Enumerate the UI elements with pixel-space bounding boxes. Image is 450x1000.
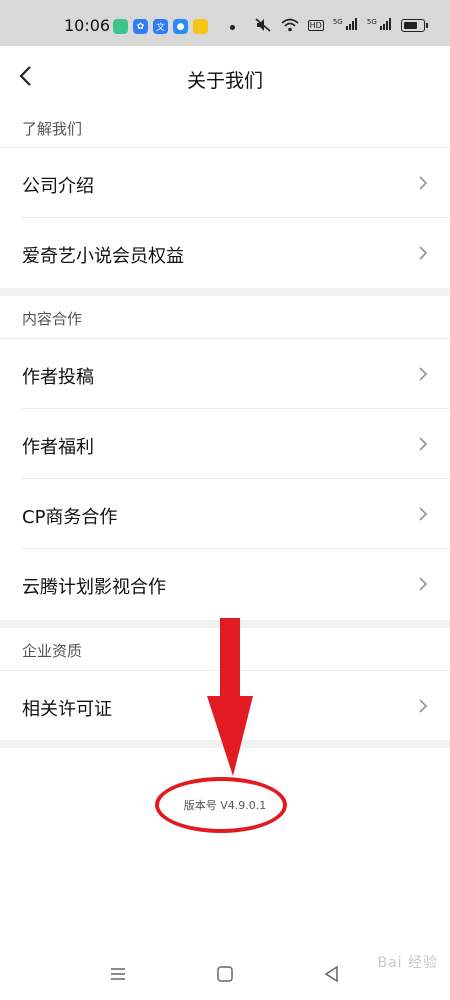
mute-icon bbox=[255, 18, 271, 32]
app-icon-browser: ● bbox=[173, 19, 188, 34]
annotation-ellipse bbox=[155, 777, 287, 833]
battery-icon bbox=[401, 18, 428, 32]
back-nav-icon[interactable] bbox=[322, 964, 342, 984]
status-time: 10:06 bbox=[64, 16, 111, 35]
signal-5g-2: 5G bbox=[367, 17, 392, 33]
menu-item-label: 作者福利 bbox=[22, 437, 94, 458]
menu-item-member-benefits[interactable]: 爱奇艺小说会员权益 bbox=[0, 218, 450, 288]
chevron-right-icon bbox=[419, 437, 428, 451]
section-gap bbox=[0, 288, 450, 296]
more-notifications-dot bbox=[230, 25, 235, 30]
menu-item-label: 云腾计划影视合作 bbox=[22, 577, 166, 598]
menu-item-label: 爱奇艺小说会员权益 bbox=[22, 246, 184, 267]
status-indicators: HD 5G 5G bbox=[254, 17, 428, 33]
chevron-right-icon bbox=[419, 246, 428, 260]
chevron-right-icon bbox=[419, 176, 428, 190]
app-icon-baidu-paw: ✿ bbox=[133, 19, 148, 34]
app-icon-notes bbox=[193, 19, 208, 34]
menu-item-cp-business[interactable]: CP商务合作 bbox=[0, 479, 450, 549]
chevron-right-icon bbox=[419, 699, 428, 713]
hd-badge: HD bbox=[307, 19, 324, 31]
notification-icons: ✿ 文 ● bbox=[113, 19, 208, 34]
page-header: 关于我们 bbox=[0, 46, 450, 108]
page-title: 关于我们 bbox=[186, 70, 263, 92]
section-header-about: 了解我们 bbox=[0, 108, 450, 148]
signal-5g-1: 5G bbox=[333, 17, 358, 33]
home-icon[interactable] bbox=[215, 964, 235, 984]
menu-item-film-cooperation[interactable]: 云腾计划影视合作 bbox=[0, 549, 450, 619]
menu-icon[interactable] bbox=[108, 964, 128, 984]
chevron-right-icon bbox=[419, 367, 428, 381]
app-icon-assistant: 文 bbox=[153, 19, 168, 34]
app-icon-green bbox=[113, 19, 128, 34]
menu-item-label: CP商务合作 bbox=[22, 507, 118, 528]
chevron-right-icon bbox=[419, 507, 428, 521]
menu-item-label: 公司介绍 bbox=[22, 176, 94, 197]
menu-item-company-intro[interactable]: 公司介绍 bbox=[0, 148, 450, 218]
status-bar: 10:06 ✿ 文 ● HD 5G 5G bbox=[0, 0, 450, 46]
wifi-icon bbox=[281, 18, 299, 32]
menu-item-label: 相关许可证 bbox=[22, 699, 112, 720]
signal-bars-icon bbox=[345, 17, 357, 30]
menu-item-author-welfare[interactable]: 作者福利 bbox=[0, 409, 450, 479]
menu-item-author-submission[interactable]: 作者投稿 bbox=[0, 339, 450, 409]
menu-item-label: 作者投稿 bbox=[22, 367, 94, 388]
chevron-right-icon bbox=[419, 577, 428, 591]
annotation-arrow bbox=[207, 618, 253, 776]
section-header-content-cooperation: 内容合作 bbox=[0, 296, 450, 338]
signal-bars-icon bbox=[380, 17, 391, 30]
watermark: Bai 经验 bbox=[377, 955, 438, 971]
